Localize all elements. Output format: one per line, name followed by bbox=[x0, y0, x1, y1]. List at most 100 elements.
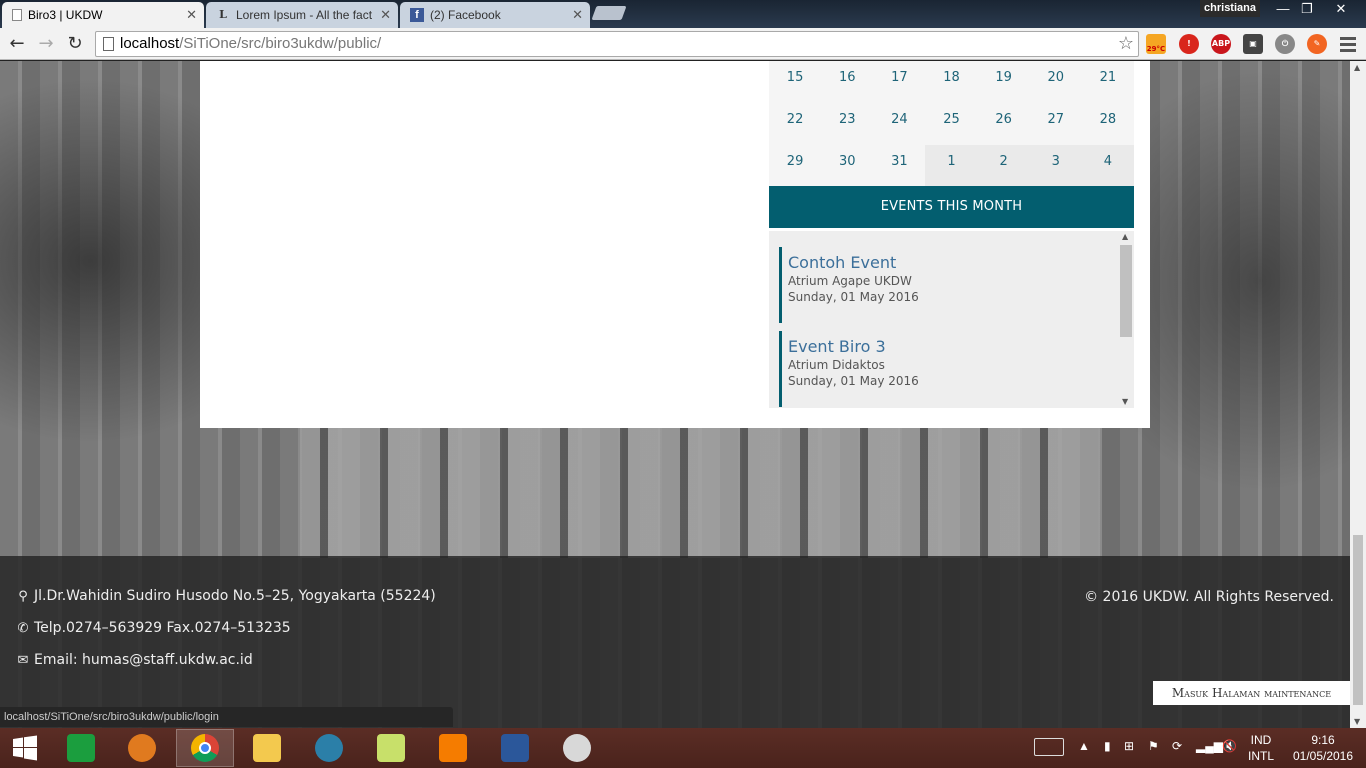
restore-icon[interactable]: ❐ bbox=[1292, 0, 1322, 20]
snipping-tool-taskbar-icon[interactable] bbox=[548, 729, 606, 767]
tab-biro3[interactable]: Biro3 | UKDW ✕ bbox=[2, 2, 204, 28]
page-scrollbar[interactable]: ▲ ▼ bbox=[1350, 61, 1366, 728]
power-extension-icon[interactable]: ⏻ bbox=[1275, 34, 1295, 54]
calendar-day[interactable]: 26 bbox=[977, 103, 1030, 145]
event-location: Atrium Didaktos bbox=[788, 358, 885, 372]
sync-icon[interactable]: ⟳ bbox=[1172, 739, 1182, 768]
lang-code: IND bbox=[1250, 733, 1272, 747]
profile-name[interactable]: christiana bbox=[1200, 0, 1260, 17]
events-this-month-header: EVENTS THIS MONTH bbox=[769, 186, 1134, 228]
calendar-day[interactable]: 16 bbox=[821, 61, 874, 103]
file-explorer-taskbar-icon[interactable] bbox=[238, 729, 296, 767]
browser-tab-bar: Biro3 | UKDW ✕ L Lorem Ipsum - All the f… bbox=[0, 0, 1366, 28]
calendar-day[interactable]: 1 bbox=[925, 145, 978, 187]
scroll-down-icon[interactable]: ▼ bbox=[1354, 717, 1360, 726]
page-viewport: 15 16 17 18 19 20 21 22 23 24 25 26 27 28 29 30 31 1 2 3 4 E… bbox=[0, 61, 1350, 728]
calendar-day[interactable]: 3 bbox=[1029, 145, 1082, 187]
calendar-day[interactable]: 2 bbox=[977, 145, 1030, 187]
calendar-week-row: 15 16 17 18 19 20 21 bbox=[769, 61, 1134, 103]
reload-icon[interactable]: ↻ bbox=[63, 32, 87, 56]
calendar-day[interactable]: 31 bbox=[873, 145, 926, 187]
maintenance-login-button[interactable]: Masuk Halaman maintenance bbox=[1153, 681, 1350, 705]
tab-lorem-ipsum[interactable]: L Lorem Ipsum - All the fact ✕ bbox=[206, 2, 398, 28]
bookmark-star-icon[interactable]: ☆ bbox=[1118, 33, 1134, 54]
touch-keyboard-icon[interactable] bbox=[1034, 738, 1064, 756]
scroll-down-icon[interactable]: ▼ bbox=[1122, 397, 1128, 406]
calendar-day[interactable]: 29 bbox=[769, 145, 822, 187]
weather-extension-icon[interactable]: 29°C bbox=[1146, 34, 1166, 54]
scroll-thumb[interactable] bbox=[1120, 245, 1132, 337]
tab-close-icon[interactable]: ✕ bbox=[380, 7, 391, 23]
network-taskbar-icon[interactable] bbox=[300, 729, 358, 767]
copyright-text: © 2016 UKDW. All Rights Reserved. bbox=[1084, 589, 1334, 605]
tab-close-icon[interactable]: ✕ bbox=[186, 7, 197, 23]
calendar-day[interactable]: 20 bbox=[1029, 61, 1082, 103]
calendar-day[interactable]: 24 bbox=[873, 103, 926, 145]
battery-icon[interactable]: ▮ bbox=[1104, 739, 1111, 768]
shield-extension-icon[interactable]: ! bbox=[1179, 34, 1199, 54]
show-hidden-icons-icon[interactable]: ▲ bbox=[1078, 739, 1090, 768]
tab-close-icon[interactable]: ✕ bbox=[572, 7, 583, 23]
phone-icon: ✆ bbox=[17, 620, 29, 636]
address-bar[interactable]: localhost/SiTiOne/src/biro3ukdw/public/ … bbox=[95, 31, 1139, 57]
calendar-day[interactable]: 4 bbox=[1081, 145, 1134, 187]
event-title[interactable]: Contoh Event bbox=[788, 253, 1109, 272]
calendar-day[interactable]: 18 bbox=[925, 61, 978, 103]
clock-time: 9:16 bbox=[1311, 733, 1335, 747]
calendar-day[interactable]: 22 bbox=[769, 103, 822, 145]
event-date: Sunday, 01 May 2016 bbox=[788, 290, 919, 304]
browser-toolbar: ← → ↻ localhost/SiTiOne/src/biro3ukdw/pu… bbox=[0, 28, 1366, 60]
scroll-up-icon[interactable]: ▲ bbox=[1354, 63, 1360, 72]
start-button[interactable] bbox=[0, 729, 50, 767]
event-item[interactable]: Event Biro 3 Atrium Didaktos Sunday, 01 … bbox=[779, 331, 1109, 407]
chrome-taskbar-icon[interactable] bbox=[176, 729, 234, 767]
map-marker-icon: ⚲ bbox=[18, 588, 28, 604]
flag-icon[interactable]: ⚑ bbox=[1148, 739, 1159, 768]
events-scrollbar[interactable]: ▲ ▼ bbox=[1118, 231, 1134, 408]
address-text: Jl.Dr.Wahidin Sudiro Husodo No.5–25, Yog… bbox=[34, 588, 436, 604]
chrome-menu-icon[interactable] bbox=[1340, 34, 1356, 54]
calendar-day[interactable]: 30 bbox=[821, 145, 874, 187]
calendar-day[interactable]: 17 bbox=[873, 61, 926, 103]
envelope-icon: ✉ bbox=[17, 652, 29, 668]
calendar-day[interactable]: 15 bbox=[769, 61, 822, 103]
pencil-extension-icon[interactable]: ✎ bbox=[1307, 34, 1327, 54]
calendar-day[interactable]: 25 bbox=[925, 103, 978, 145]
ukdw-extension-icon[interactable]: ▣ bbox=[1243, 34, 1263, 54]
volume-muted-icon[interactable]: 🔇 bbox=[1222, 739, 1237, 768]
calendar-day[interactable]: 21 bbox=[1081, 61, 1134, 103]
abp-text: ABP bbox=[1211, 39, 1231, 48]
store-taskbar-icon[interactable] bbox=[52, 729, 110, 767]
video-taskbar-icon[interactable] bbox=[113, 729, 171, 767]
xampp-taskbar-icon[interactable] bbox=[424, 729, 482, 767]
site-footer: ⚲ Jl.Dr.Wahidin Sudiro Husodo No.5–25, Y… bbox=[0, 556, 1350, 728]
tab-facebook[interactable]: f (2) Facebook ✕ bbox=[400, 2, 590, 28]
close-window-icon[interactable]: ✕ bbox=[1326, 0, 1356, 20]
new-tab-button[interactable] bbox=[591, 6, 627, 20]
word-taskbar-icon[interactable] bbox=[486, 729, 544, 767]
input-language[interactable]: IND INTL bbox=[1246, 732, 1276, 764]
scroll-up-icon[interactable]: ▲ bbox=[1122, 232, 1128, 241]
action-center-icon[interactable]: ⊞ bbox=[1124, 739, 1134, 768]
calendar-day[interactable]: 23 bbox=[821, 103, 874, 145]
status-bar-url: localhost/SiTiOne/src/biro3ukdw/public/l… bbox=[0, 707, 453, 727]
calendar-day[interactable]: 27 bbox=[1029, 103, 1082, 145]
signal-icon[interactable]: ▂▄▆ bbox=[1196, 739, 1223, 768]
url-text[interactable]: localhost/SiTiOne/src/biro3ukdw/public/ bbox=[120, 35, 381, 52]
back-icon[interactable]: ← bbox=[5, 32, 29, 56]
lang-layout: INTL bbox=[1247, 749, 1274, 763]
scroll-thumb[interactable] bbox=[1353, 535, 1363, 705]
windows-logo-icon bbox=[13, 735, 37, 761]
page-info-icon[interactable] bbox=[103, 37, 114, 51]
footer-address: ⚲ Jl.Dr.Wahidin Sudiro Husodo No.5–25, Y… bbox=[16, 588, 436, 604]
tab-label: Lorem Ipsum - All the fact bbox=[236, 8, 373, 22]
calendar-day[interactable]: 28 bbox=[1081, 103, 1134, 145]
forward-icon[interactable]: → bbox=[34, 32, 58, 56]
system-clock[interactable]: 9:16 01/05/2016 bbox=[1288, 732, 1358, 764]
event-location: Atrium Agape UKDW bbox=[788, 274, 912, 288]
event-title[interactable]: Event Biro 3 bbox=[788, 337, 1109, 356]
calendar-day[interactable]: 19 bbox=[977, 61, 1030, 103]
sticky-notes-taskbar-icon[interactable] bbox=[362, 729, 420, 767]
event-item[interactable]: Contoh Event Atrium Agape UKDW Sunday, 0… bbox=[779, 247, 1109, 323]
adblock-extension-icon[interactable]: ABP bbox=[1211, 34, 1231, 54]
